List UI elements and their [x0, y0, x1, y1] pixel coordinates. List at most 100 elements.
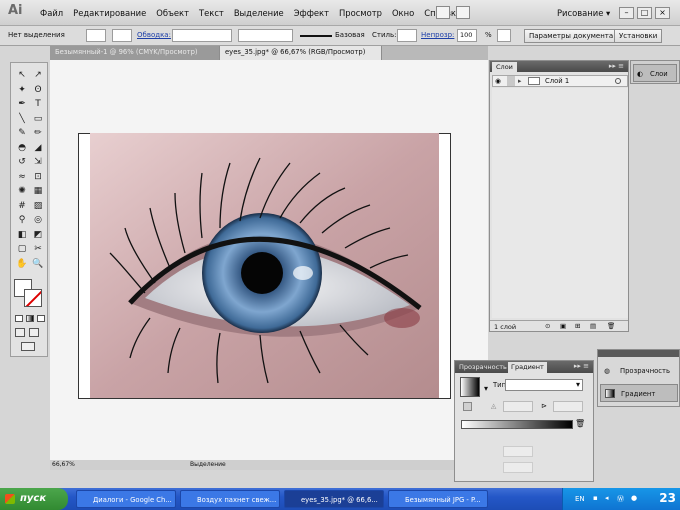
tab-untitled-1[interactable]: Безымянный-1 @ 96% (CMYK/Просмотр)	[50, 46, 220, 60]
hand-tool[interactable]: ✋	[14, 257, 30, 272]
expand-arrow-icon[interactable]: ▸	[518, 76, 521, 86]
close-button[interactable]: ×	[655, 7, 670, 19]
gradient-mode-icon[interactable]	[26, 315, 34, 322]
opacity-stop-field[interactable]	[503, 446, 533, 457]
location-stop-field[interactable]	[503, 462, 533, 473]
menu-edit[interactable]: Редактирование	[73, 8, 146, 18]
eye-photo[interactable]	[90, 133, 439, 398]
tab-eyes-35[interactable]: eyes_35.jpg* @ 66,67% (RGB/Просмотр)	[220, 46, 382, 60]
workspace-switcher[interactable]: Рисование ▾	[557, 8, 610, 18]
eraser-tool[interactable]: ◢	[30, 141, 46, 156]
maximize-button[interactable]: □	[637, 7, 652, 19]
reverse-gradient-icon[interactable]	[463, 402, 472, 411]
free-transform-tool[interactable]: ⊡	[30, 170, 46, 185]
layer-name[interactable]: Слой 1	[545, 76, 569, 86]
task-photoshop[interactable]: Безымянный JPG - P...	[388, 490, 488, 508]
opacity-field[interactable]: 100	[457, 29, 477, 42]
gradient-tool[interactable]: ▨	[30, 199, 46, 214]
gradient-slider[interactable]	[461, 420, 573, 429]
dock-layers-button[interactable]: ◐ Слои	[633, 64, 677, 82]
menu-object[interactable]: Объект	[156, 8, 189, 18]
gradient-swatch-arrow-icon[interactable]: ▾	[484, 384, 488, 393]
visibility-eye-icon[interactable]: ◉	[495, 76, 501, 86]
task-illustrator[interactable]: eyes_35.jpg* @ 66,6...	[284, 490, 384, 508]
locate-object-icon[interactable]: ⊙	[545, 322, 550, 330]
style-picker[interactable]	[397, 29, 417, 42]
slice-tool[interactable]: ✂	[30, 242, 46, 257]
dock-transparency-button[interactable]: ◍ Прозрачность	[600, 362, 678, 380]
stroke-gradient-icon[interactable]: ◬	[491, 402, 496, 410]
menu-effect[interactable]: Эффект	[294, 8, 329, 18]
delete-stop-icon[interactable]: 🗑	[575, 419, 585, 428]
network-icon[interactable]: ▪	[593, 494, 598, 502]
live-paint-select-tool[interactable]: ◩	[30, 228, 46, 243]
blend-tool[interactable]: ◎	[30, 213, 46, 228]
language-indicator[interactable]: EN	[575, 495, 585, 503]
clipping-mask-icon[interactable]: ▣	[560, 322, 566, 330]
pencil-tool[interactable]: ✏	[30, 126, 46, 141]
aspect-ratio-icon[interactable]: ⊳	[541, 402, 547, 410]
scale-tool[interactable]: ⇲	[30, 155, 46, 170]
minimize-button[interactable]: –	[619, 7, 634, 19]
status-mode[interactable]: Выделение	[190, 461, 226, 468]
tab-layers[interactable]: Слои	[492, 62, 517, 72]
line-tool[interactable]: ╲	[14, 112, 30, 127]
task-browser-tab[interactable]: Воздух пахнет свеж...	[180, 490, 280, 508]
new-sublayer-icon[interactable]: ⊞	[575, 322, 580, 330]
tray-app-icon[interactable]: ●	[631, 494, 637, 502]
fill-color-picker[interactable]	[86, 29, 106, 42]
preferences-button[interactable]: Установки	[614, 29, 663, 43]
stroke-weight-field[interactable]	[172, 29, 232, 42]
rectangle-tool[interactable]: ▭	[30, 112, 46, 127]
menu-select[interactable]: Выделение	[234, 8, 284, 18]
stroke-swatch[interactable]	[24, 289, 42, 307]
menu-file[interactable]: Файл	[40, 8, 63, 18]
volume-icon[interactable]: ◂	[605, 494, 609, 502]
eyedropper-tool[interactable]: ⚲	[14, 213, 30, 228]
dock-gradient-button[interactable]: Градиент	[600, 384, 678, 402]
selection-tool[interactable]: ↖	[14, 68, 30, 83]
aspect-ratio-field[interactable]	[553, 401, 583, 412]
blob-brush-tool[interactable]: ◓	[14, 141, 30, 156]
target-circle-icon[interactable]	[615, 78, 621, 84]
opacity-label[interactable]: Непрозр:	[421, 31, 454, 39]
brush-definition-label[interactable]: Базовая	[335, 31, 365, 39]
gradient-panel-menu-icon[interactable]: ▸▸ ≡	[574, 362, 589, 370]
color-mode-icon[interactable]	[15, 315, 23, 322]
stroke-color-picker[interactable]	[112, 29, 132, 42]
lasso-tool[interactable]: ʘ	[30, 83, 46, 98]
direct-selection-tool[interactable]: ↗	[30, 68, 46, 83]
warp-tool[interactable]: ≈	[14, 170, 30, 185]
arrange-documents-icon[interactable]	[456, 6, 470, 19]
stroke-label[interactable]: Обводка:	[137, 31, 171, 39]
type-tool[interactable]: T	[30, 97, 46, 112]
none-mode-icon[interactable]	[37, 315, 45, 322]
screen-mode-icon[interactable]	[21, 342, 35, 351]
mesh-tool[interactable]: #	[14, 199, 30, 214]
menu-window[interactable]: Окно	[392, 8, 414, 18]
new-layer-icon[interactable]: ▤	[590, 322, 596, 330]
symbol-sprayer-tool[interactable]: ✺	[14, 184, 30, 199]
variable-width-dropdown[interactable]	[238, 29, 293, 42]
menu-view[interactable]: Просмотр	[339, 8, 382, 18]
gradient-swatch[interactable]	[460, 377, 480, 397]
magic-wand-tool[interactable]: ✦	[14, 83, 30, 98]
align-icon[interactable]	[497, 29, 511, 42]
panel-menu-icon[interactable]: ▸▸ ≡	[609, 62, 624, 70]
paintbrush-tool[interactable]: ✎	[14, 126, 30, 141]
pen-tool[interactable]: ✒	[14, 97, 30, 112]
rotate-tool[interactable]: ↺	[14, 155, 30, 170]
draw-behind-icon[interactable]	[29, 328, 39, 337]
gradient-type-dropdown[interactable]: ▾	[505, 379, 583, 391]
live-paint-tool[interactable]: ◧	[14, 228, 30, 243]
artboard-tool[interactable]: ▢	[14, 242, 30, 257]
zoom-level[interactable]: 66,67%	[52, 461, 75, 468]
lock-toggle[interactable]	[507, 76, 515, 86]
tab-transparency[interactable]: Прозрачность	[456, 362, 510, 373]
draw-normal-icon[interactable]	[15, 328, 25, 337]
clock[interactable]: 23	[659, 491, 676, 505]
layer-row[interactable]: ◉ ▸ Слой 1	[492, 75, 628, 87]
bridge-icon[interactable]	[436, 6, 450, 19]
wordpress-icon[interactable]: Ⓦ	[617, 494, 624, 504]
tab-gradient[interactable]: Градиент	[508, 362, 547, 373]
